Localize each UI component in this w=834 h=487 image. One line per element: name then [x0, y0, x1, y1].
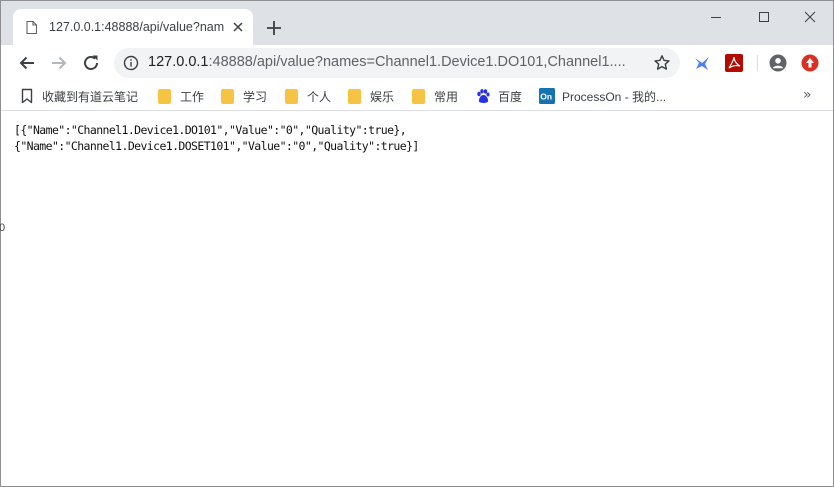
bookmark-item-processon[interactable]: On ProcessOn - 我的... — [539, 87, 666, 105]
bookmarks-overflow-chevron-icon[interactable]: » — [803, 87, 812, 103]
url-host: 127.0.0.1 — [148, 54, 209, 70]
folder-icon — [348, 88, 361, 104]
json-line: {"Name":"Channel1.Device1.DOSET101","Val… — [14, 138, 419, 153]
bookmark-folder-study[interactable]: 学习 — [221, 87, 267, 105]
tab-title: 127.0.0.1:48888/api/value?nam — [49, 20, 225, 34]
baidu-paw-icon — [477, 89, 490, 103]
bookmarks-bar: 收藏到有道云笔记 工作 学习 个人 娱乐 常用 百度 On ProcessOn … — [1, 81, 833, 111]
page-icon — [26, 21, 37, 34]
folder-icon — [412, 88, 425, 104]
stray-character: 0 — [0, 222, 6, 234]
bookmark-folder-work[interactable]: 工作 — [158, 87, 204, 105]
folder-icon — [285, 88, 298, 104]
browser-tab[interactable]: 127.0.0.1:48888/api/value?nam — [13, 9, 253, 45]
close-tab-icon[interactable] — [230, 19, 246, 35]
bookmark-label: ProcessOn - 我的... — [562, 89, 667, 104]
bookmark-label: 常用 — [434, 89, 459, 104]
info-icon[interactable] — [123, 55, 139, 71]
window-close-icon[interactable] — [793, 7, 827, 29]
bookmark-folder-entertainment[interactable]: 娱乐 — [348, 87, 394, 105]
bookmark-label: 收藏到有道云笔记 — [42, 89, 139, 104]
tab-strip: 127.0.0.1:48888/api/value?nam — [1, 1, 833, 45]
profile-avatar-icon[interactable] — [769, 54, 787, 72]
back-arrow-icon[interactable] — [15, 51, 39, 75]
browser-window: 127.0.0.1:48888/api/value?nam 127.0.0.1:… — [0, 0, 834, 487]
adobe-acrobat-extension-icon[interactable] — [725, 54, 743, 72]
bookmark-label: 娱乐 — [370, 89, 395, 104]
bookmark-folder-common[interactable]: 常用 — [412, 87, 458, 105]
url-text[interactable]: 127.0.0.1:48888/api/value?names=Channel1… — [148, 54, 648, 70]
address-bar[interactable]: 127.0.0.1:48888/api/value?names=Channel1… — [114, 48, 680, 78]
url-path: :48888/api/value?names=Channel1.Device1.… — [208, 54, 626, 70]
youdao-clipper-extension-icon[interactable] — [693, 54, 711, 72]
json-response: [{"Name":"Channel1.Device1.DO101","Value… — [14, 123, 824, 154]
bookmark-star-icon[interactable] — [653, 54, 671, 72]
minimize-icon[interactable] — [699, 7, 733, 29]
bookmark-label: 学习 — [243, 89, 268, 104]
toolbar: 127.0.0.1:48888/api/value?names=Channel1… — [1, 45, 833, 81]
folder-icon — [158, 88, 171, 104]
update-available-icon[interactable] — [801, 54, 819, 72]
new-tab-icon[interactable] — [263, 17, 285, 39]
bookmark-label: 百度 — [498, 89, 523, 104]
bookmark-label: 个人 — [307, 89, 332, 104]
json-line: [{"Name":"Channel1.Device1.DO101","Value… — [14, 123, 407, 137]
folder-icon — [221, 88, 234, 104]
bookmark-icon — [21, 88, 33, 104]
bookmark-label: 工作 — [180, 89, 205, 104]
toolbar-divider — [757, 55, 758, 71]
processon-icon: On — [539, 88, 555, 104]
maximize-icon[interactable] — [747, 7, 781, 29]
forward-arrow-icon[interactable] — [47, 51, 71, 75]
bookmark-folder-personal[interactable]: 个人 — [285, 87, 331, 105]
bookmark-item-youdao[interactable]: 收藏到有道云笔记 — [19, 87, 138, 105]
bookmark-item-baidu[interactable]: 百度 — [475, 87, 522, 105]
reload-icon[interactable] — [79, 51, 103, 75]
svg-text:On: On — [540, 92, 552, 102]
page-content: [{"Name":"Channel1.Device1.DO101","Value… — [0, 112, 833, 486]
